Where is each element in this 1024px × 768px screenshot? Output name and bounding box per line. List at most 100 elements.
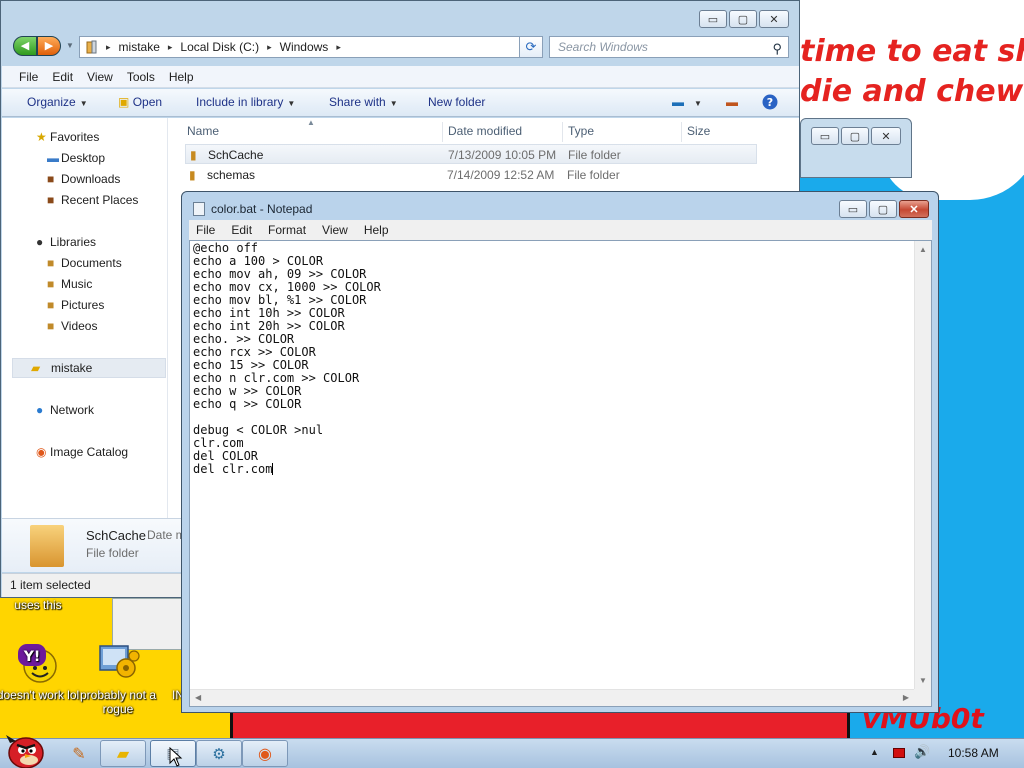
column-date-modified[interactable]: Date modified (448, 124, 522, 138)
file-row-schcache[interactable]: ▮ SchCache 7/13/2009 10:05 PM File folde… (185, 144, 757, 164)
menu-file[interactable]: File (196, 223, 215, 237)
breadcrumb-windows[interactable]: Windows (280, 40, 329, 54)
minimize-button[interactable]: ▭ (811, 127, 839, 145)
menu-help[interactable]: Help (364, 223, 389, 237)
address-bar[interactable]: ▸ mistake ▸ Local Disk (C:) ▸ Windows ▸ … (79, 36, 583, 58)
organize-button[interactable]: Organize ▼ (27, 95, 88, 109)
file-type: File folder (567, 168, 620, 182)
editor-content[interactable]: @echo off echo a 100 > COLOR echo mov ah… (193, 242, 913, 682)
flag-icon[interactable] (893, 748, 905, 758)
nav-network[interactable]: ● Network (36, 403, 94, 417)
nav-libraries[interactable]: ● Libraries (36, 235, 97, 249)
volume-icon[interactable]: 🔊 (914, 744, 930, 760)
nav-image-catalog[interactable]: ◉ Image Catalog (36, 445, 129, 459)
desktop-icon-uses-this[interactable]: uses this (0, 598, 80, 612)
breadcrumb-mistake[interactable]: mistake (119, 40, 160, 54)
nav-downloads[interactable]: ■ Downloads (47, 172, 120, 186)
forward-button[interactable]: ▶ (37, 36, 61, 56)
desktop-icon-yahoo[interactable]: Y! doesn't work lol (0, 640, 80, 702)
window-title: color.bat - Notepad (211, 202, 313, 216)
menu-view[interactable]: View (322, 223, 348, 237)
search-input[interactable]: Search Windows ⚲ (549, 36, 789, 58)
menu-edit[interactable]: Edit (52, 70, 73, 84)
nav-favorites[interactable]: ★ Favorites (36, 130, 99, 144)
close-button[interactable]: ✕ (899, 200, 929, 218)
folder-icon: ▮ (190, 148, 197, 162)
notepad-icon (193, 202, 205, 216)
catalog-icon: ◉ (36, 445, 47, 459)
nav-homegroup-mistake[interactable]: ▰ mistake (12, 358, 166, 378)
nav-videos[interactable]: ■ Videos (47, 319, 97, 333)
minimize-button[interactable]: ▭ (699, 10, 727, 28)
address-row: ◀ ▶ ▼ ▸ mistake ▸ Local Disk (C:) ▸ Wind… (11, 36, 789, 58)
scroll-right-icon[interactable]: ▶ (903, 693, 909, 702)
vertical-scrollbar[interactable]: ▲ ▼ (914, 241, 931, 689)
videos-icon: ■ (47, 319, 55, 333)
view-options-button[interactable]: ▬ ▼ (672, 95, 702, 109)
text-editor[interactable]: @echo off echo a 100 > COLOR echo mov ah… (189, 240, 932, 707)
include-label: Include in library (196, 95, 284, 109)
scroll-down-icon[interactable]: ▼ (919, 676, 927, 685)
chevron-down-icon: ▼ (287, 99, 296, 108)
menu-file[interactable]: File (19, 70, 38, 84)
column-divider[interactable] (562, 122, 563, 142)
new-folder-button[interactable]: New folder (428, 95, 485, 109)
start-button-bird-icon[interactable] (4, 733, 46, 768)
clock[interactable]: 10:58 AM (948, 746, 999, 760)
desktop-icon-rogue[interactable]: probably not a rogue (76, 640, 160, 716)
scroll-left-icon[interactable]: ◀ (195, 693, 201, 702)
nav-catalog-label: Image Catalog (50, 445, 129, 459)
include-in-library-button[interactable]: Include in library ▼ (196, 95, 295, 109)
maximize-icon: ▢ (737, 13, 749, 26)
recent-pages-button[interactable]: ▼ (66, 41, 74, 50)
help-button[interactable]: ? (762, 94, 778, 113)
open-button[interactable]: ▣ Open (118, 95, 162, 109)
close-button[interactable]: ✕ (759, 10, 789, 28)
taskbar-pen-program-button[interactable]: ✎ (56, 740, 102, 767)
back-button[interactable]: ◀ (13, 36, 37, 56)
column-divider[interactable] (681, 122, 682, 142)
menu-help[interactable]: Help (169, 70, 194, 84)
taskbar-program-button[interactable]: ⚙ (196, 740, 242, 767)
menu-tools[interactable]: Tools (127, 70, 155, 84)
show-hidden-icons-button[interactable]: ▲ (870, 747, 879, 757)
search-icon[interactable]: ⚲ (772, 39, 782, 59)
close-icon: ✕ (769, 13, 779, 26)
nav-desktop[interactable]: ▬ Desktop (47, 151, 105, 165)
maximize-button[interactable]: ▢ (841, 127, 869, 145)
resize-grip[interactable] (914, 689, 931, 706)
menu-format[interactable]: Format (268, 223, 306, 237)
menu-view[interactable]: View (87, 70, 113, 84)
minimize-button[interactable]: ▭ (839, 200, 867, 218)
help-icon: ? (762, 94, 778, 110)
maximize-icon: ▢ (877, 203, 889, 216)
notepad-window[interactable]: color.bat - Notepad ▭ ▢ ✕ File Edit Form… (181, 191, 939, 713)
column-size[interactable]: Size (687, 124, 710, 138)
share-with-button[interactable]: Share with ▼ (329, 95, 398, 109)
taskbar-explorer-button[interactable]: ▰ (100, 740, 146, 767)
taskbar-catalog-button[interactable]: ◉ (242, 740, 288, 767)
nav-documents[interactable]: ■ Documents (47, 256, 122, 270)
column-type[interactable]: Type (568, 124, 594, 138)
nav-recent-places[interactable]: ■ Recent Places (47, 193, 138, 207)
menu-edit[interactable]: Edit (231, 223, 252, 237)
maximize-button[interactable]: ▢ (869, 200, 897, 218)
nav-pictures[interactable]: ■ Pictures (47, 298, 104, 312)
column-name[interactable]: Name (187, 124, 219, 138)
nav-music[interactable]: ■ Music (47, 277, 92, 291)
maximize-button[interactable]: ▢ (729, 10, 757, 28)
window-controls: ▭ ▢ ✕ (839, 200, 929, 218)
organize-label: Organize (27, 95, 76, 109)
preview-pane-button[interactable]: ▬ (726, 95, 738, 109)
breadcrumb-local-disk[interactable]: Local Disk (C:) (180, 40, 259, 54)
new-folder-label: New folder (428, 95, 486, 109)
column-divider[interactable] (442, 122, 443, 142)
scroll-up-icon[interactable]: ▲ (919, 245, 927, 254)
background-window[interactable]: ▭ ▢ ✕ (800, 118, 912, 178)
horizontal-scrollbar[interactable]: ◀ ▶ (190, 689, 914, 706)
details-item-type: File folder (86, 546, 139, 560)
refresh-button[interactable]: ⟳ (519, 36, 543, 58)
close-button[interactable]: ✕ (871, 127, 901, 145)
nav-libraries-label: Libraries (50, 235, 97, 249)
file-row-schemas[interactable]: ▮ schemas 7/14/2009 12:52 AM File folder (185, 165, 757, 185)
